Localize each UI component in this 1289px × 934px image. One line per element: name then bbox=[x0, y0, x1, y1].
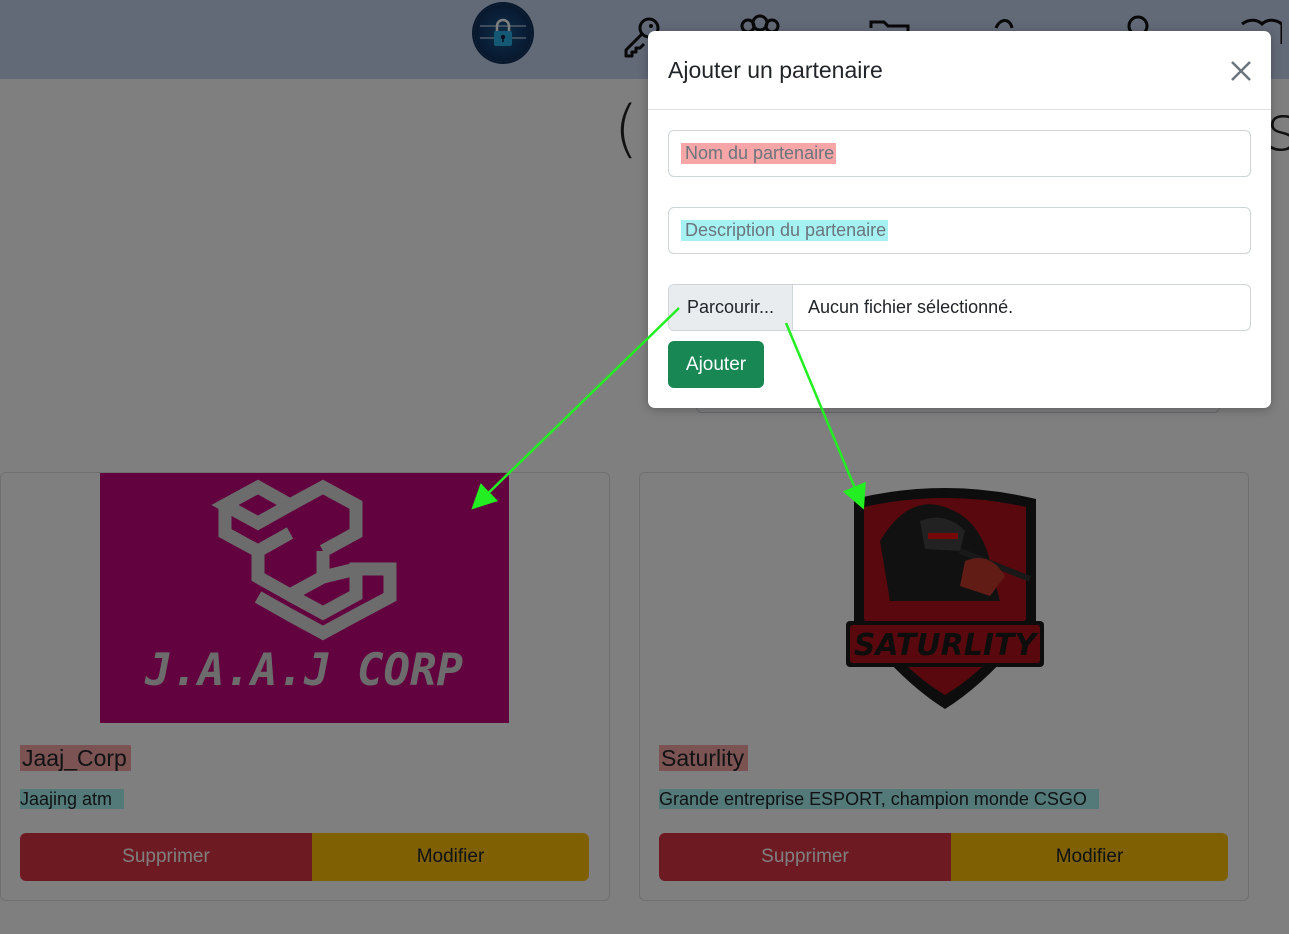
partner-name-input[interactable]: Nom du partenaire bbox=[668, 130, 1251, 177]
partner-name-placeholder: Nom du partenaire bbox=[681, 143, 837, 164]
add-partner-modal: Ajouter un partenaire Nom du partenaire … bbox=[648, 31, 1271, 408]
file-status-text: Aucun fichier sélectionné. bbox=[808, 297, 1014, 317]
add-partner-submit-button[interactable]: Ajouter bbox=[668, 341, 764, 388]
modal-header: Ajouter un partenaire bbox=[648, 31, 1271, 110]
partner-description-input[interactable]: Description du partenaire bbox=[668, 207, 1251, 254]
logo-file-input[interactable]: Parcourir... Aucun fichier sélectionné. bbox=[668, 284, 1251, 331]
modal-title: Ajouter un partenaire bbox=[668, 57, 883, 83]
partner-description-placeholder: Description du partenaire bbox=[681, 220, 889, 241]
browse-file-button[interactable]: Parcourir... bbox=[669, 285, 793, 330]
close-icon[interactable] bbox=[1226, 56, 1256, 86]
